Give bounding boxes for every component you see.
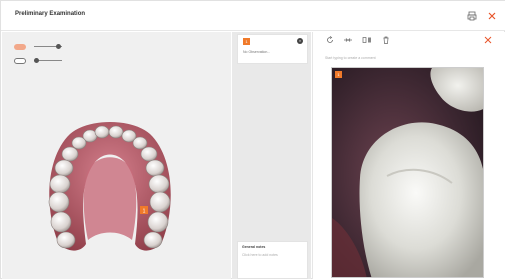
close-icon[interactable]	[485, 9, 499, 23]
slider-knob[interactable]	[34, 58, 39, 63]
tooth-marker-number: 1	[143, 209, 146, 215]
image-toolbar	[313, 32, 505, 48]
tooth-icon	[14, 44, 26, 50]
compare-icon[interactable]	[343, 36, 353, 44]
observation-badge: 1	[243, 38, 250, 45]
rotate-icon[interactable]	[325, 36, 335, 44]
comment-hint[interactable]: Start typing to create a comment	[325, 56, 376, 60]
general-notes-input[interactable]: Click here to add notes	[242, 253, 278, 257]
observation-card[interactable]: 1 × No Observation...	[237, 34, 308, 64]
print-icon[interactable]	[465, 9, 479, 23]
tooth-opacity-slider[interactable]	[14, 43, 62, 51]
general-notes-card[interactable]: General notes Click here to add notes	[237, 241, 308, 279]
header-bar: Preliminary Examination	[1, 1, 505, 31]
tooth-photo-image	[332, 68, 483, 277]
general-notes-label: General notes	[242, 245, 266, 249]
trash-icon[interactable]	[381, 36, 391, 44]
jaw-icon	[14, 58, 26, 64]
photo-badge: 1	[335, 71, 342, 78]
jaw-opacity-slider[interactable]	[14, 57, 62, 65]
examination-window: Preliminary Examination 1 1 × No Observa…	[0, 0, 505, 279]
notes-column: 1 × No Observation... General notes Clic…	[232, 32, 311, 279]
close-icon[interactable]	[482, 34, 494, 46]
close-icon[interactable]: ×	[297, 38, 303, 44]
observation-placeholder[interactable]: No Observation...	[243, 50, 270, 54]
dental-arch-model[interactable]: 1	[40, 112, 180, 262]
image-panel: Start typing to create a comment 1	[312, 32, 505, 279]
page-title: Preliminary Examination	[15, 11, 86, 17]
intraoral-photo[interactable]: 1	[331, 67, 484, 278]
slider-knob[interactable]	[56, 44, 61, 49]
model-viewer[interactable]: 1	[2, 32, 231, 279]
flip-icon[interactable]	[362, 36, 372, 44]
